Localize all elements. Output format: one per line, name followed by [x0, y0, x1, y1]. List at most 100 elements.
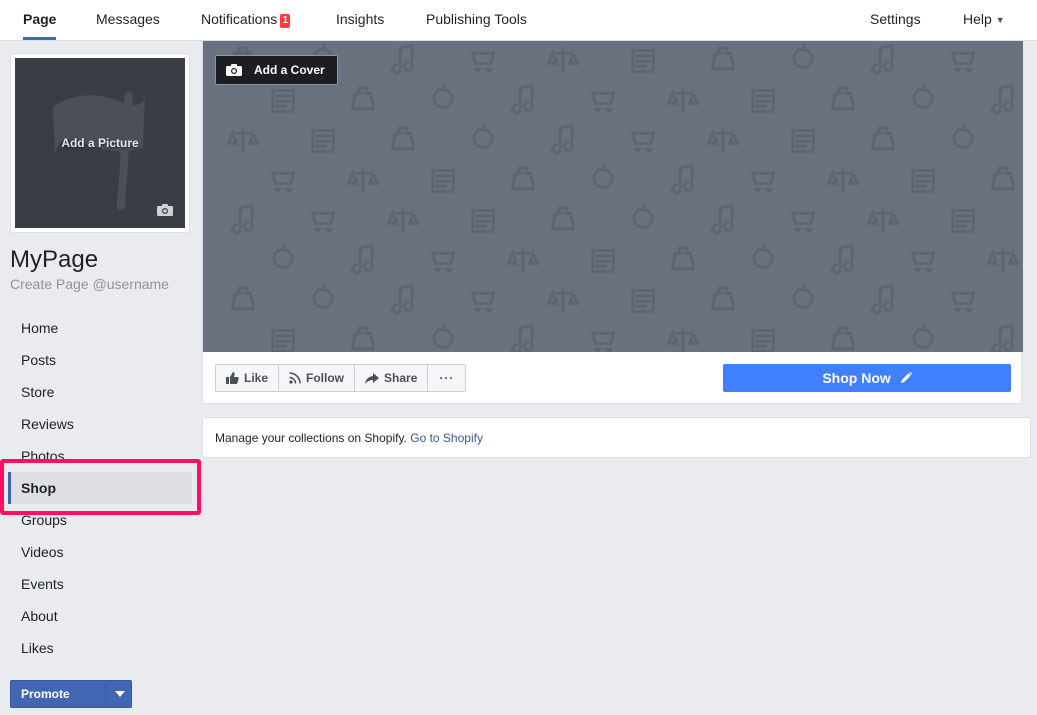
thumbs-up-icon	[226, 372, 239, 384]
page-action-buttons: Like Follow Share ···	[215, 364, 467, 392]
follow-button[interactable]: Follow	[279, 365, 356, 391]
cover-pattern-icon	[911, 169, 935, 193]
cover-pattern-icon	[272, 243, 294, 269]
tab-insights[interactable]: Insights	[336, 0, 384, 40]
cover-pattern-icon	[666, 326, 700, 352]
cover-pattern-icon	[630, 131, 656, 153]
sidebar-item-label: Store	[21, 384, 55, 400]
shop-now-button[interactable]: Shop Now	[723, 364, 1011, 392]
like-button[interactable]: Like	[216, 365, 280, 391]
sidebar-item-home[interactable]: Home	[8, 312, 192, 344]
left-column: Add a Picture MyPage Create Page @userna…	[4, 41, 198, 715]
tab-messages[interactable]: Messages	[96, 0, 160, 40]
settings-link[interactable]: Settings	[870, 0, 921, 40]
cover-pattern-icon	[230, 286, 256, 311]
sidebar-item-label: Photos	[21, 448, 65, 464]
cover-pattern-icon	[671, 163, 694, 195]
cover-pattern-icon	[792, 283, 814, 309]
cover-pattern-icon	[592, 163, 614, 189]
cover-pattern-icon	[550, 206, 576, 231]
sidebar-item-label: Events	[21, 576, 64, 592]
like-label: Like	[244, 371, 269, 385]
sidebar-item-label: About	[21, 608, 58, 624]
share-label: Share	[384, 371, 418, 385]
settings-label: Settings	[870, 11, 921, 27]
tab-publishing-tools[interactable]: Publishing Tools	[426, 0, 527, 40]
sidebar-item-photos[interactable]: Photos	[8, 440, 192, 472]
cover-pattern-icon	[711, 203, 734, 235]
cover-pattern-icon	[471, 209, 495, 233]
cover-pattern-icon	[350, 86, 376, 111]
cover-pattern-icon	[312, 283, 334, 309]
cover-pattern-icon	[470, 291, 496, 313]
create-username-link[interactable]: Create Page @username	[10, 276, 169, 292]
cover-pattern	[226, 43, 1020, 352]
go-to-shopify-link[interactable]: Go to Shopify	[410, 431, 483, 445]
top-nav: Page Messages Notifications 1 Insights Pu…	[0, 0, 1037, 41]
cover-pattern-icon	[710, 286, 736, 311]
cover-pattern-icon	[986, 246, 1020, 273]
sidebar-item-label: Shop	[21, 480, 56, 496]
cover-pattern-icon	[511, 83, 534, 115]
cover-pattern-icon	[750, 171, 776, 193]
tab-notifications[interactable]: Notifications 1	[201, 0, 291, 40]
sidebar-item-videos[interactable]: Videos	[8, 536, 192, 568]
cover-pattern-icon	[231, 203, 254, 235]
cover-pattern-icon	[951, 209, 975, 233]
add-picture-button[interactable]: Add a Picture	[15, 58, 185, 228]
sidebar-item-store[interactable]: Store	[8, 376, 192, 408]
promote-divider	[105, 684, 106, 704]
pencil-icon[interactable]	[900, 371, 912, 384]
cover-pattern-icon	[830, 86, 856, 111]
cover-pattern-icon	[270, 171, 296, 193]
tab-publishing-tools-label: Publishing Tools	[426, 11, 527, 27]
cover-pattern-icon	[310, 211, 336, 233]
camera-icon	[157, 204, 173, 216]
camera-icon	[226, 64, 242, 76]
promote-button[interactable]: Promote	[10, 680, 132, 708]
cover-pattern-icon	[631, 49, 655, 73]
more-options-button[interactable]: ···	[428, 365, 465, 391]
cover-pattern-icon	[271, 89, 295, 113]
sidebar-item-posts[interactable]: Posts	[8, 344, 192, 376]
cover-pattern-icon	[792, 43, 814, 69]
sidebar-item-label: Likes	[21, 640, 54, 656]
cover-pattern-icon	[546, 46, 580, 73]
cover-pattern-icon	[991, 83, 1014, 115]
sidebar-item-shop[interactable]: Shop	[8, 472, 192, 504]
cover-pattern-icon	[391, 43, 414, 75]
tab-page[interactable]: Page	[23, 0, 56, 40]
sidebar-item-events[interactable]: Events	[8, 568, 192, 600]
shopify-info-card: Manage your collections on Shopify. Go t…	[202, 417, 1031, 458]
sidebar-item-label: Videos	[21, 544, 64, 560]
sidebar-item-label: Home	[21, 320, 59, 336]
cover-pattern-icon	[590, 331, 616, 352]
add-cover-label: Add a Cover	[254, 63, 325, 77]
cover-pattern-icon	[910, 251, 936, 273]
tab-page-label: Page	[23, 11, 57, 27]
cover-pattern-icon	[791, 129, 815, 153]
cover-pattern-icon	[706, 126, 740, 153]
cover-pattern-icon	[670, 246, 696, 271]
sidebar-item-groups[interactable]: Groups	[8, 504, 192, 536]
cover-pattern-icon	[826, 166, 860, 193]
cover-pattern-icon	[952, 123, 974, 149]
cover-pattern-icon	[950, 51, 976, 73]
cover-pattern-icon	[950, 291, 976, 313]
help-menu[interactable]: Help ▼	[963, 0, 1005, 40]
help-label: Help	[963, 11, 992, 27]
caret-down-icon[interactable]	[115, 691, 125, 697]
cover-pattern-icon	[431, 169, 455, 193]
cover-pattern-icon	[470, 51, 496, 73]
cover-pattern-icon	[226, 126, 260, 153]
sidebar-item-reviews[interactable]: Reviews	[8, 408, 192, 440]
profile-picture-frame: Add a Picture	[10, 53, 190, 233]
sidebar-item-likes[interactable]: Likes	[8, 632, 192, 664]
page-title: MyPage	[10, 246, 99, 273]
sidebar-item-about[interactable]: About	[8, 600, 192, 632]
cover-pattern-icon	[551, 123, 574, 155]
cover-pattern-icon	[710, 46, 736, 71]
add-cover-button[interactable]: Add a Cover	[215, 55, 338, 85]
follow-label: Follow	[306, 371, 345, 385]
share-button[interactable]: Share	[355, 365, 429, 391]
